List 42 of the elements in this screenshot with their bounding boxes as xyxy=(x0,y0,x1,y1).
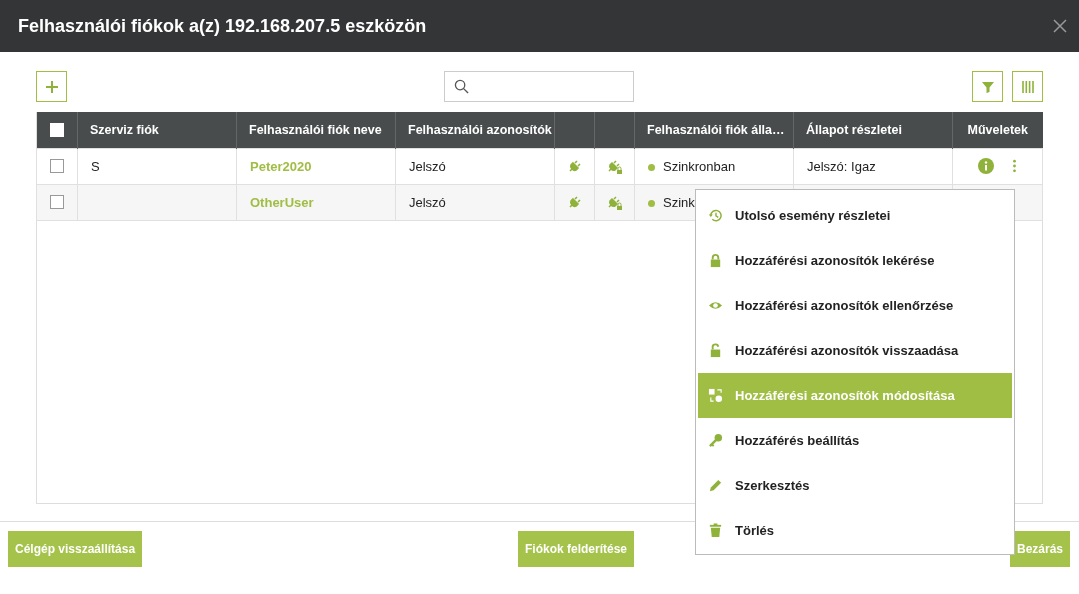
window-title: Felhasználói fiókok a(z) 192.168.207.5 eszközön xyxy=(18,15,427,37)
clock-icon xyxy=(708,208,723,223)
add-button[interactable] xyxy=(36,71,67,102)
trash-icon xyxy=(708,523,723,538)
close-icon[interactable] xyxy=(1053,19,1067,33)
filter-button[interactable] xyxy=(972,71,1003,102)
menu-item[interactable]: Hozzáférési azonosítók ellenőrzése xyxy=(698,283,1012,328)
menu-item[interactable]: Szerkesztés xyxy=(698,463,1012,508)
lock-icon xyxy=(708,253,723,268)
columns-icon xyxy=(1020,79,1035,94)
menu-item[interactable]: Utolsó esemény részletei xyxy=(698,193,1012,238)
table-cell: Jelszó: Igaz xyxy=(807,158,876,174)
column-header: Szerviz fiók xyxy=(90,122,159,137)
menu-item[interactable]: Hozzáférés beállítás xyxy=(698,418,1012,463)
table-cell: Jelszó xyxy=(409,158,446,174)
table-cell: S xyxy=(91,158,100,174)
column-header: Műveletek xyxy=(967,122,1028,137)
unlock-icon xyxy=(708,343,723,358)
plug-lock-icon[interactable] xyxy=(606,194,623,210)
search-icon xyxy=(454,79,469,94)
pencil-icon xyxy=(708,478,723,493)
checkbox[interactable] xyxy=(50,195,64,209)
column-header: Felhasználói azonosítók xyxy=(408,122,552,137)
status-text: Szinkronban xyxy=(663,158,736,174)
plug-lock-icon[interactable] xyxy=(606,158,623,174)
table-cell: Jelszó xyxy=(409,194,446,210)
more-icon[interactable] xyxy=(1012,159,1017,173)
key-icon xyxy=(708,433,723,448)
info-icon[interactable] xyxy=(978,158,994,174)
filter-icon xyxy=(980,79,995,94)
menu-item[interactable]: Hozzáférési azonosítók visszaadása xyxy=(698,328,1012,373)
column-header: Felhasználói fiók álla… xyxy=(647,122,785,137)
columns-button[interactable] xyxy=(1012,71,1043,102)
column-header: Felhasználói fiók neve xyxy=(249,122,382,137)
column-header: Állapot részletei xyxy=(806,122,902,137)
search-field[interactable] xyxy=(444,71,634,102)
menu-item[interactable]: Törlés xyxy=(698,508,1012,553)
checkbox[interactable] xyxy=(50,159,64,173)
plus-icon xyxy=(44,79,59,94)
status-text: Szink xyxy=(663,194,695,210)
menu-item[interactable]: Hozzáférési azonosítók lekérése xyxy=(698,238,1012,283)
swap-icon xyxy=(708,388,723,403)
